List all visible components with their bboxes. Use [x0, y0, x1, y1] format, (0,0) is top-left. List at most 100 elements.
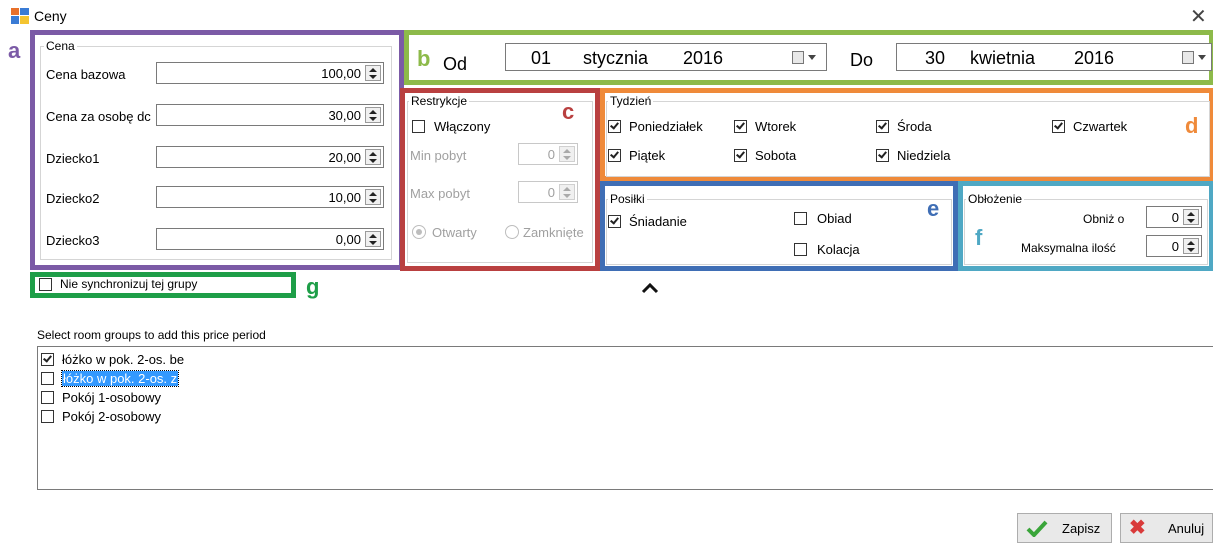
max-stay-label: Max pobyt [410, 186, 470, 201]
save-button[interactable]: Zapisz [1017, 513, 1112, 543]
meal-lunch-label: Obiad [817, 211, 852, 226]
spinner-icon[interactable] [365, 231, 381, 247]
room-groups-list[interactable]: łóżko w pok. 2-os. be łóżko w pok. 2-os.… [37, 346, 1213, 490]
day-friday-checkbox[interactable] [608, 149, 621, 162]
week-group-label: Tydzień [608, 94, 654, 108]
meal-dinner-label: Kolacja [817, 242, 860, 257]
price-per-person-value: 30,00 [328, 108, 361, 123]
radio-closed-label: Zamknięte [523, 225, 584, 240]
price-base-field[interactable]: 100,00 [156, 62, 384, 84]
spinner-icon[interactable] [1183, 238, 1199, 254]
cancel-button[interactable]: ✖ Anuluj [1120, 513, 1213, 543]
day-thursday-label: Czwartek [1073, 119, 1128, 134]
chevron-down-icon[interactable] [808, 55, 816, 60]
day-monday-checkbox[interactable] [608, 120, 621, 133]
date-to-day: 30 [925, 48, 946, 68]
annotation-label-b: b [417, 46, 431, 71]
meal-breakfast-label: Śniadanie [629, 214, 687, 229]
spinner-icon[interactable] [365, 189, 381, 205]
day-sunday-checkbox[interactable] [876, 149, 889, 162]
price-child1-field[interactable]: 20,00 [156, 146, 384, 168]
price-base-value: 100,00 [321, 66, 361, 81]
day-tuesday-label: Wtorek [755, 119, 797, 134]
day-monday-label: Poniedziałek [629, 119, 703, 134]
date-from-picker[interactable]: 01 stycznia 2016 [505, 43, 827, 71]
occupancy-group-label: Obłożenie [966, 192, 1025, 206]
restrictions-enabled-label: Włączony [434, 119, 491, 134]
occupancy-max-value: 0 [1171, 239, 1179, 254]
spinner-icon[interactable] [1183, 209, 1199, 225]
day-thursday-checkbox[interactable] [1052, 120, 1065, 133]
meal-breakfast-checkbox[interactable] [608, 215, 621, 228]
radio-open[interactable] [412, 225, 426, 239]
day-wednesday-label: Środa [897, 119, 932, 134]
spinner-icon[interactable] [365, 107, 381, 123]
cancel-icon: ✖ [1129, 517, 1146, 539]
list-item-label: łóżko w pok. 2-os. z [60, 370, 180, 387]
day-tuesday-checkbox[interactable] [734, 120, 747, 133]
day-saturday-checkbox[interactable] [734, 149, 747, 162]
save-button-label: Zapisz [1062, 521, 1101, 536]
max-stay-field[interactable]: 0 [518, 181, 578, 203]
no-sync-label: Nie synchronizuj tej grupy [60, 277, 198, 291]
min-stay-label: Min pobyt [410, 148, 467, 163]
list-item-label: Pokój 2-osobowy [62, 409, 161, 424]
min-stay-field[interactable]: 0 [518, 143, 578, 165]
date-from-month: stycznia [583, 48, 649, 68]
price-group-label: Cena [44, 39, 77, 53]
list-item-checkbox[interactable] [41, 410, 54, 423]
day-saturday-label: Sobota [755, 148, 797, 163]
spinner-icon[interactable] [559, 146, 575, 162]
price-child2-value: 10,00 [328, 190, 361, 205]
date-to-label: Do [850, 50, 874, 70]
price-child2-field[interactable]: 10,00 [156, 186, 384, 208]
price-label-child2: Dziecko2 [46, 191, 100, 206]
week-group [606, 101, 1210, 177]
occupancy-max-label: Maksymalna ilość [1021, 241, 1116, 255]
date-from-day: 01 [531, 48, 552, 68]
min-stay-value: 0 [547, 147, 555, 162]
restrictions-group-label: Restrykcje [409, 94, 470, 108]
occupancy-lower-field[interactable]: 0 [1146, 206, 1202, 228]
restrictions-enabled-checkbox[interactable] [412, 120, 425, 133]
date-from-label: Od [443, 54, 468, 74]
price-per-person-field[interactable]: 30,00 [156, 104, 384, 126]
close-icon[interactable]: ✕ [1190, 4, 1207, 29]
day-friday-label: Piątek [629, 148, 666, 163]
spinner-icon[interactable] [365, 65, 381, 81]
list-item-label: łóżko w pok. 2-os. be [62, 352, 185, 367]
spinner-icon[interactable] [559, 184, 575, 200]
checkmark-icon [1026, 520, 1048, 537]
price-label-child3: Dziecko3 [46, 233, 100, 248]
occupancy-max-field[interactable]: 0 [1146, 235, 1202, 257]
spinner-icon[interactable] [365, 149, 381, 165]
day-sunday-label: Niedziela [897, 148, 951, 163]
list-item-checkbox[interactable] [41, 353, 54, 366]
meal-lunch-checkbox[interactable] [794, 212, 807, 225]
calendar-icon[interactable] [792, 51, 804, 64]
radio-closed[interactable] [505, 225, 519, 239]
meals-group-label: Posiłki [608, 192, 647, 206]
price-child3-field[interactable]: 0,00 [156, 228, 384, 250]
list-item-checkbox[interactable] [41, 372, 54, 385]
price-label-base: Cena bazowa [46, 67, 126, 82]
radio-open-label: Otwarty [432, 225, 477, 240]
room-groups-prompt: Select room groups to add this price per… [37, 328, 266, 342]
price-label-per-person: Cena za osobę dc [46, 109, 151, 124]
max-stay-value: 0 [547, 185, 555, 200]
no-sync-checkbox[interactable] [39, 278, 52, 291]
annotation-label-a: a [8, 38, 21, 63]
date-to-picker[interactable]: 30 kwietnia 2016 [896, 43, 1212, 71]
price-child1-value: 20,00 [328, 150, 361, 165]
date-to-month: kwietnia [970, 48, 1036, 68]
occupancy-lower-value: 0 [1171, 210, 1179, 225]
occupancy-lower-label: Obniż o [1083, 212, 1125, 226]
list-item-checkbox[interactable] [41, 391, 54, 404]
list-item-label: Pokój 1-osobowy [62, 390, 161, 405]
day-wednesday-checkbox[interactable] [876, 120, 889, 133]
chevron-down-icon[interactable] [1198, 55, 1206, 60]
calendar-icon[interactable] [1182, 51, 1194, 64]
chevron-up-icon[interactable] [640, 280, 660, 296]
app-icon [11, 8, 29, 24]
meal-dinner-checkbox[interactable] [794, 243, 807, 256]
